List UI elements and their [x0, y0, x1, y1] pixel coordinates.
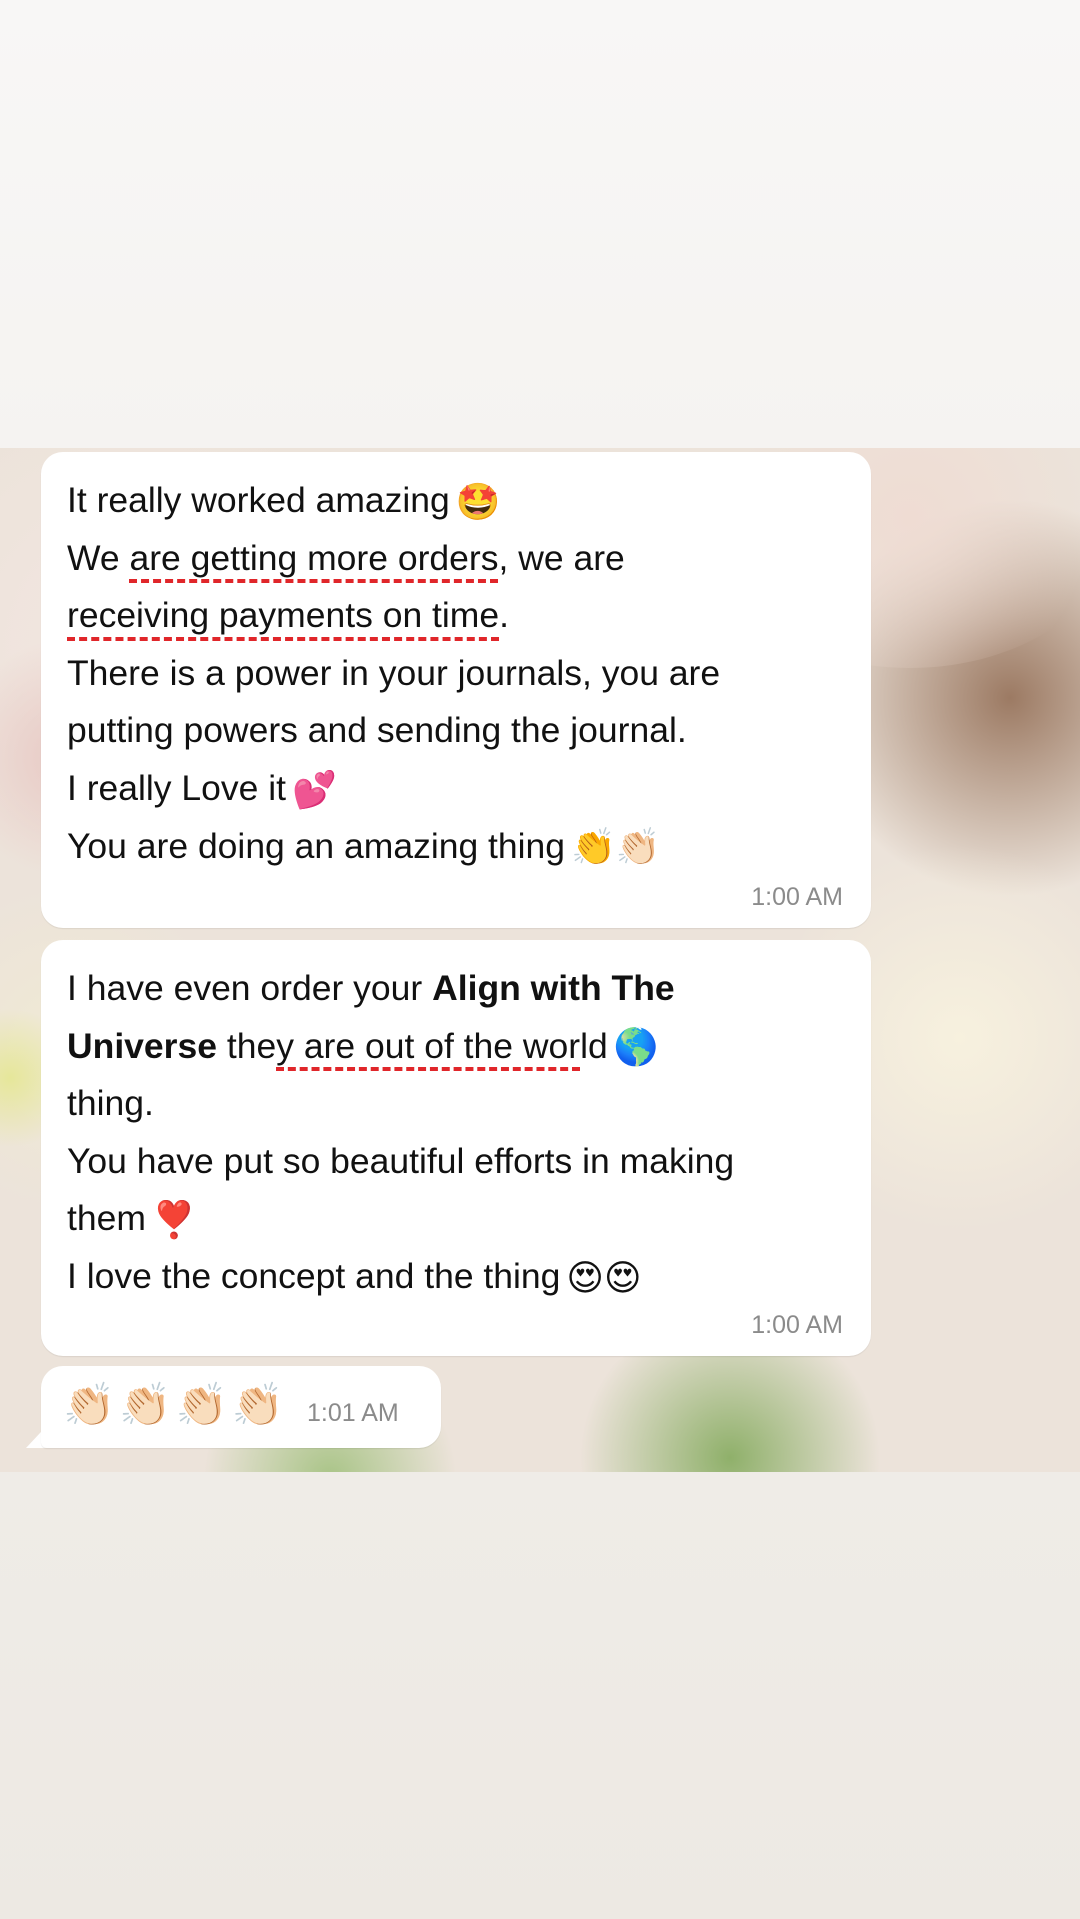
text-segment: There is a power in your journals, you a… — [67, 652, 721, 693]
message-line: Universe they are out of the world 🌎 — [67, 1018, 849, 1076]
message-line: I love the concept and the thing 😍😍 — [67, 1248, 849, 1306]
message-timestamp: 1:01 AM — [307, 1399, 399, 1427]
text-segment: . — [499, 595, 509, 636]
message-bubble[interactable]: I have even order your Align with The Un… — [41, 940, 871, 1356]
message-line: You have put so beautiful efforts in mak… — [67, 1133, 849, 1191]
clapping-hands-emoji-icon: 👏🏻👏🏻👏🏻👏🏻 — [63, 1380, 289, 1429]
heart-exclamation-emoji-icon: ❣️ — [151, 1200, 197, 1241]
clapping-hands-emoji-icon: 👏👏🏻 — [571, 827, 661, 869]
message-line: It really worked amazing 🤩 — [67, 472, 849, 530]
message-line: putting powers and sending the journal. — [67, 702, 849, 760]
message-line: I really Love it 💕 — [67, 760, 849, 818]
text-segment: , we are — [498, 537, 625, 578]
bottom-background — [0, 1472, 1080, 1919]
message-bubble[interactable]: It really worked amazing 🤩 We are getting… — [41, 452, 871, 928]
text-segment: I really Love it — [67, 767, 287, 808]
top-background — [0, 0, 1080, 448]
text-segment: thing. — [67, 1083, 154, 1124]
spellcheck-underlined-text[interactable]: receiving payments on time — [67, 595, 499, 635]
text-segment: I love the concept and the thing — [67, 1255, 561, 1296]
message-timestamp: 1:00 AM — [751, 883, 843, 911]
message-bubble[interactable]: 👏🏻👏🏻👏🏻👏🏻 1:01 AM — [41, 1366, 441, 1448]
text-segment: We — [67, 537, 130, 578]
star-struck-emoji-icon: 🤩 — [455, 481, 501, 523]
text-segment: You have put so beautiful efforts in mak… — [67, 1140, 735, 1181]
text-segment: ld — [580, 1025, 608, 1066]
bold-text-segment: Align with The — [432, 968, 675, 1008]
message-line: You are doing an amazing thing 👏👏🏻 — [67, 818, 849, 876]
spellcheck-underlined-text[interactable]: y are out of the wor — [276, 1026, 580, 1066]
two-hearts-emoji-icon: 💕 — [292, 769, 337, 811]
message-line: receiving payments on time. — [67, 587, 849, 645]
text-segment: putting powers and sending the journal. — [67, 710, 687, 751]
globe-emoji-icon: 🌎 — [613, 1027, 659, 1069]
text-segment: them — [67, 1198, 146, 1239]
message-line: thing. — [67, 1075, 849, 1133]
text-segment: You are doing an amazing thing — [67, 825, 566, 866]
message-text: I have even order your Align with The Un… — [67, 960, 849, 1306]
message-line: them ❣️ — [67, 1190, 849, 1248]
text-segment: the — [216, 1025, 277, 1066]
message-timestamp: 1:00 AM — [751, 1311, 843, 1339]
text-segment: It really worked amazing — [67, 480, 450, 520]
text-segment: I have even order your — [67, 968, 433, 1008]
message-text: It really worked amazing 🤩 We are getting… — [67, 472, 849, 875]
message-line: I have even order your Align with The — [67, 960, 849, 1018]
spellcheck-underlined-text[interactable]: are getting more orders — [129, 538, 498, 578]
heart-eyes-emoji-icon: 😍😍 — [566, 1257, 642, 1299]
message-line: We are getting more orders, we are — [67, 530, 849, 588]
message-line: There is a power in your journals, you a… — [67, 645, 849, 703]
bold-text-segment: Universe — [67, 1025, 217, 1066]
